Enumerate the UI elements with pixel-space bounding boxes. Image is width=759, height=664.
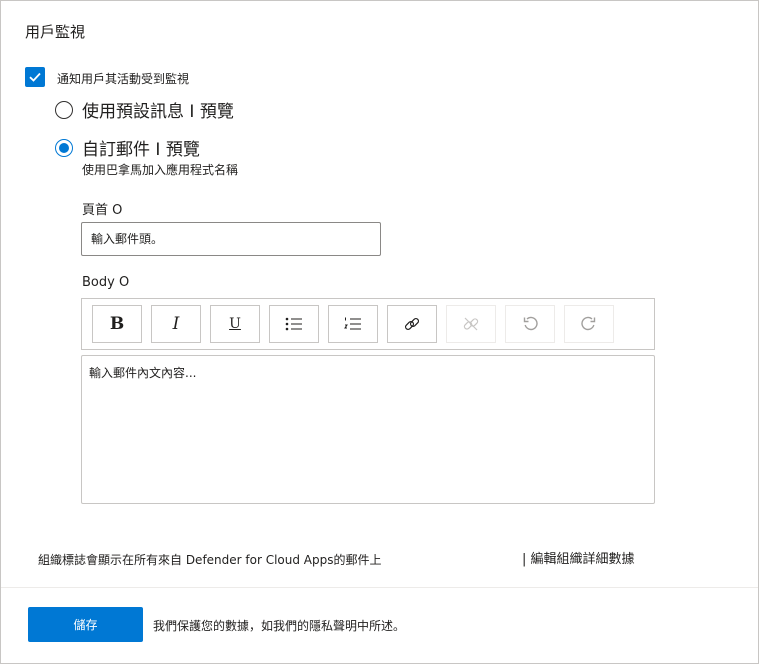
save-button[interactable]: 儲存 <box>28 607 143 642</box>
radio-selected-dot <box>59 143 69 153</box>
remove-link-button[interactable] <box>446 305 496 343</box>
link-icon <box>404 317 420 331</box>
custom-message-radio[interactable] <box>55 139 73 157</box>
default-message-radio[interactable] <box>55 101 73 119</box>
checkmark-icon <box>29 72 41 82</box>
redo-icon <box>581 316 596 331</box>
editor-toolbar: B I U <box>81 298 655 350</box>
bullet-list-button[interactable] <box>269 305 319 343</box>
header-field-label: 頁首 O <box>82 203 123 218</box>
body-textarea[interactable] <box>81 355 655 504</box>
numbered-list-icon <box>344 317 361 330</box>
page-title: 用戶監視 <box>25 23 86 41</box>
unlink-icon <box>463 317 479 331</box>
underline-button[interactable]: U <box>210 305 260 343</box>
custom-message-label[interactable]: 自訂郵件 I 預覽 <box>82 135 200 160</box>
bold-button[interactable]: B <box>92 305 142 343</box>
undo-button[interactable] <box>505 305 555 343</box>
italic-icon: I <box>172 314 180 334</box>
privacy-notice: 我們保護您的數據，如我們的隱私聲明中所述。 <box>153 619 406 633</box>
numbered-list-button[interactable] <box>328 305 378 343</box>
notify-checkbox-label: 通知用戶其活動受到監視 <box>57 72 190 86</box>
settings-panel: 用戶監視 通知用戶其活動受到監視 使用預設訊息 I 預覽 自訂郵件 I 預覽 使… <box>0 0 759 664</box>
insert-link-button[interactable] <box>387 305 437 343</box>
redo-button[interactable] <box>564 305 614 343</box>
default-message-label[interactable]: 使用預設訊息 I 預覽 <box>82 97 234 122</box>
header-input[interactable] <box>81 222 381 256</box>
underline-icon: U <box>229 316 241 332</box>
undo-icon <box>523 316 538 331</box>
notify-checkbox[interactable] <box>25 67 45 87</box>
bullet-list-icon <box>285 317 302 331</box>
italic-button[interactable]: I <box>151 305 201 343</box>
body-field-label: Body O <box>82 275 130 290</box>
edit-org-details-link[interactable]: | 編輯組織詳細數據 <box>522 548 635 567</box>
footer-divider <box>1 587 758 588</box>
org-logo-notice: 組織標誌會顯示在所有來自 Defender for Cloud Apps的郵件上 <box>38 553 382 567</box>
custom-message-hint: 使用巴拿馬加入應用程式名稱 <box>82 163 239 177</box>
bold-icon: B <box>109 314 125 334</box>
